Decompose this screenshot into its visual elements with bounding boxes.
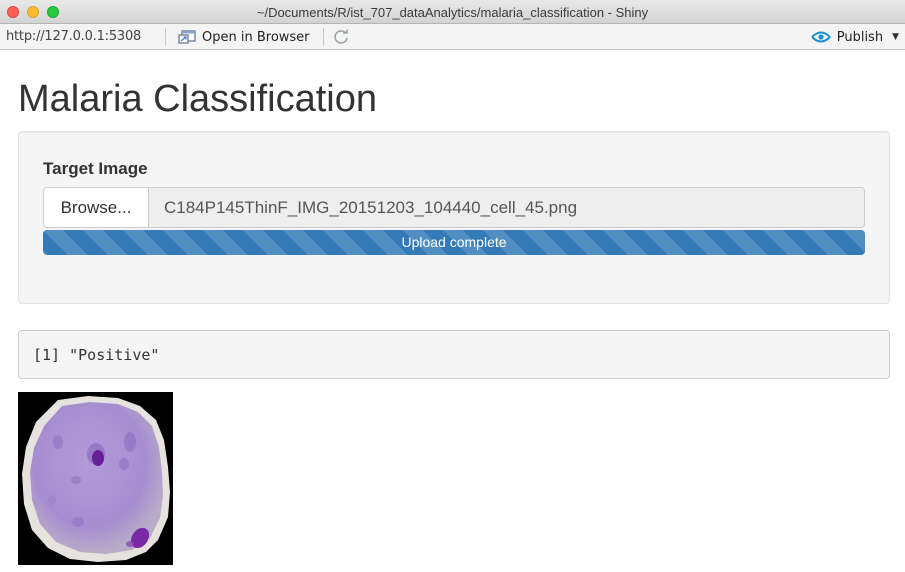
url-field[interactable]: http://127.0.0.1:5308 bbox=[6, 29, 141, 44]
cell-image bbox=[18, 392, 173, 565]
file-input: Browse... C184P145ThinF_IMG_20151203_104… bbox=[43, 187, 865, 228]
file-input-label: Target Image bbox=[43, 159, 148, 178]
publish-button[interactable]: Publish ▼ bbox=[811, 27, 899, 47]
toolbar-divider-2 bbox=[323, 28, 324, 46]
chevron-down-icon[interactable]: ▼ bbox=[892, 32, 899, 42]
toolbar-divider bbox=[165, 28, 166, 46]
browse-button[interactable]: Browse... bbox=[43, 187, 149, 228]
filename-field[interactable]: C184P145ThinF_IMG_20151203_104440_cell_4… bbox=[149, 187, 865, 228]
viewer-toolbar: http://127.0.0.1:5308 Open in Browser Pu… bbox=[0, 24, 905, 50]
open-in-browser-label: Open in Browser bbox=[202, 29, 310, 45]
open-in-browser-icon bbox=[178, 30, 196, 44]
prediction-output: [1] "Positive" bbox=[18, 330, 890, 379]
open-in-browser-button[interactable]: Open in Browser bbox=[178, 27, 310, 47]
sidebar-panel: Target Image Browse... C184P145ThinF_IMG… bbox=[18, 131, 890, 304]
upload-progress-bar: Upload complete bbox=[43, 230, 865, 255]
publish-label: Publish bbox=[836, 29, 884, 45]
reload-icon[interactable] bbox=[332, 28, 350, 46]
upload-progress: Upload complete bbox=[43, 230, 865, 255]
window-titlebar: ~/Documents/R/ist_707_dataAnalytics/mala… bbox=[0, 0, 905, 24]
page-title: Malaria Classification bbox=[18, 78, 378, 120]
window-title: ~/Documents/R/ist_707_dataAnalytics/mala… bbox=[256, 5, 649, 20]
publish-icon bbox=[811, 31, 831, 43]
